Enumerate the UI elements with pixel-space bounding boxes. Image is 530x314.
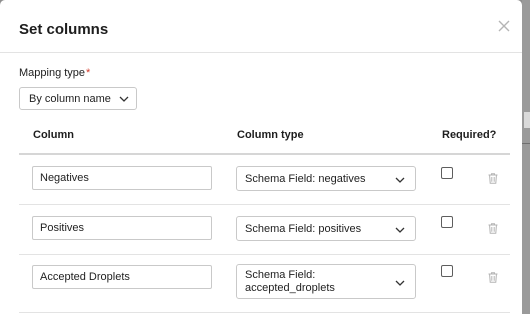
dialog-header: Set columns bbox=[0, 0, 522, 53]
trash-icon[interactable] bbox=[488, 223, 498, 234]
required-checkbox[interactable] bbox=[441, 167, 453, 179]
column-type-value-line2: accepted_droplets bbox=[245, 282, 335, 294]
column-type-select[interactable]: Schema Field: negatives bbox=[236, 166, 416, 191]
chevron-down-icon bbox=[395, 280, 405, 286]
column-header-type: Column type bbox=[237, 129, 304, 141]
column-type-value: Schema Field: negatives bbox=[245, 173, 366, 185]
column-type-value: Schema Field: accepted_droplets bbox=[245, 269, 335, 295]
column-name-input[interactable] bbox=[32, 166, 212, 190]
background-divider bbox=[522, 143, 530, 144]
column-name-input[interactable] bbox=[32, 216, 212, 240]
required-checkbox[interactable] bbox=[441, 265, 453, 277]
column-type-select[interactable]: Schema Field: positives bbox=[236, 216, 416, 241]
mapping-type-select[interactable]: By column name bbox=[19, 87, 137, 110]
trash-icon[interactable] bbox=[488, 173, 498, 184]
mapping-type-label: Mapping type* bbox=[19, 67, 90, 79]
close-button[interactable] bbox=[496, 18, 512, 34]
mapping-type-label-text: Mapping type bbox=[19, 67, 86, 79]
mapping-type-value: By column name bbox=[29, 93, 111, 105]
column-header-required: Required? bbox=[442, 129, 497, 141]
chevron-down-icon bbox=[119, 96, 129, 102]
column-name-input[interactable] bbox=[32, 265, 212, 289]
header-divider bbox=[19, 153, 510, 155]
dialog-title: Set columns bbox=[19, 21, 109, 38]
column-type-select[interactable]: Schema Field: accepted_droplets bbox=[236, 264, 416, 299]
row-divider bbox=[19, 204, 510, 205]
chevron-down-icon bbox=[395, 227, 405, 233]
required-checkbox[interactable] bbox=[441, 216, 453, 228]
chevron-down-icon bbox=[395, 177, 405, 183]
set-columns-dialog: Set columns Mapping type* By column name… bbox=[0, 0, 522, 314]
close-icon bbox=[498, 20, 510, 32]
column-type-value-line1: Schema Field: bbox=[245, 269, 316, 281]
column-header-column: Column bbox=[33, 129, 74, 141]
column-type-value: Schema Field: positives bbox=[245, 223, 362, 235]
row-divider bbox=[19, 312, 510, 313]
required-marker: * bbox=[86, 67, 91, 79]
background-content bbox=[524, 112, 530, 128]
trash-icon[interactable] bbox=[488, 272, 498, 283]
modal-backdrop[interactable] bbox=[522, 0, 530, 314]
row-divider bbox=[19, 254, 510, 255]
